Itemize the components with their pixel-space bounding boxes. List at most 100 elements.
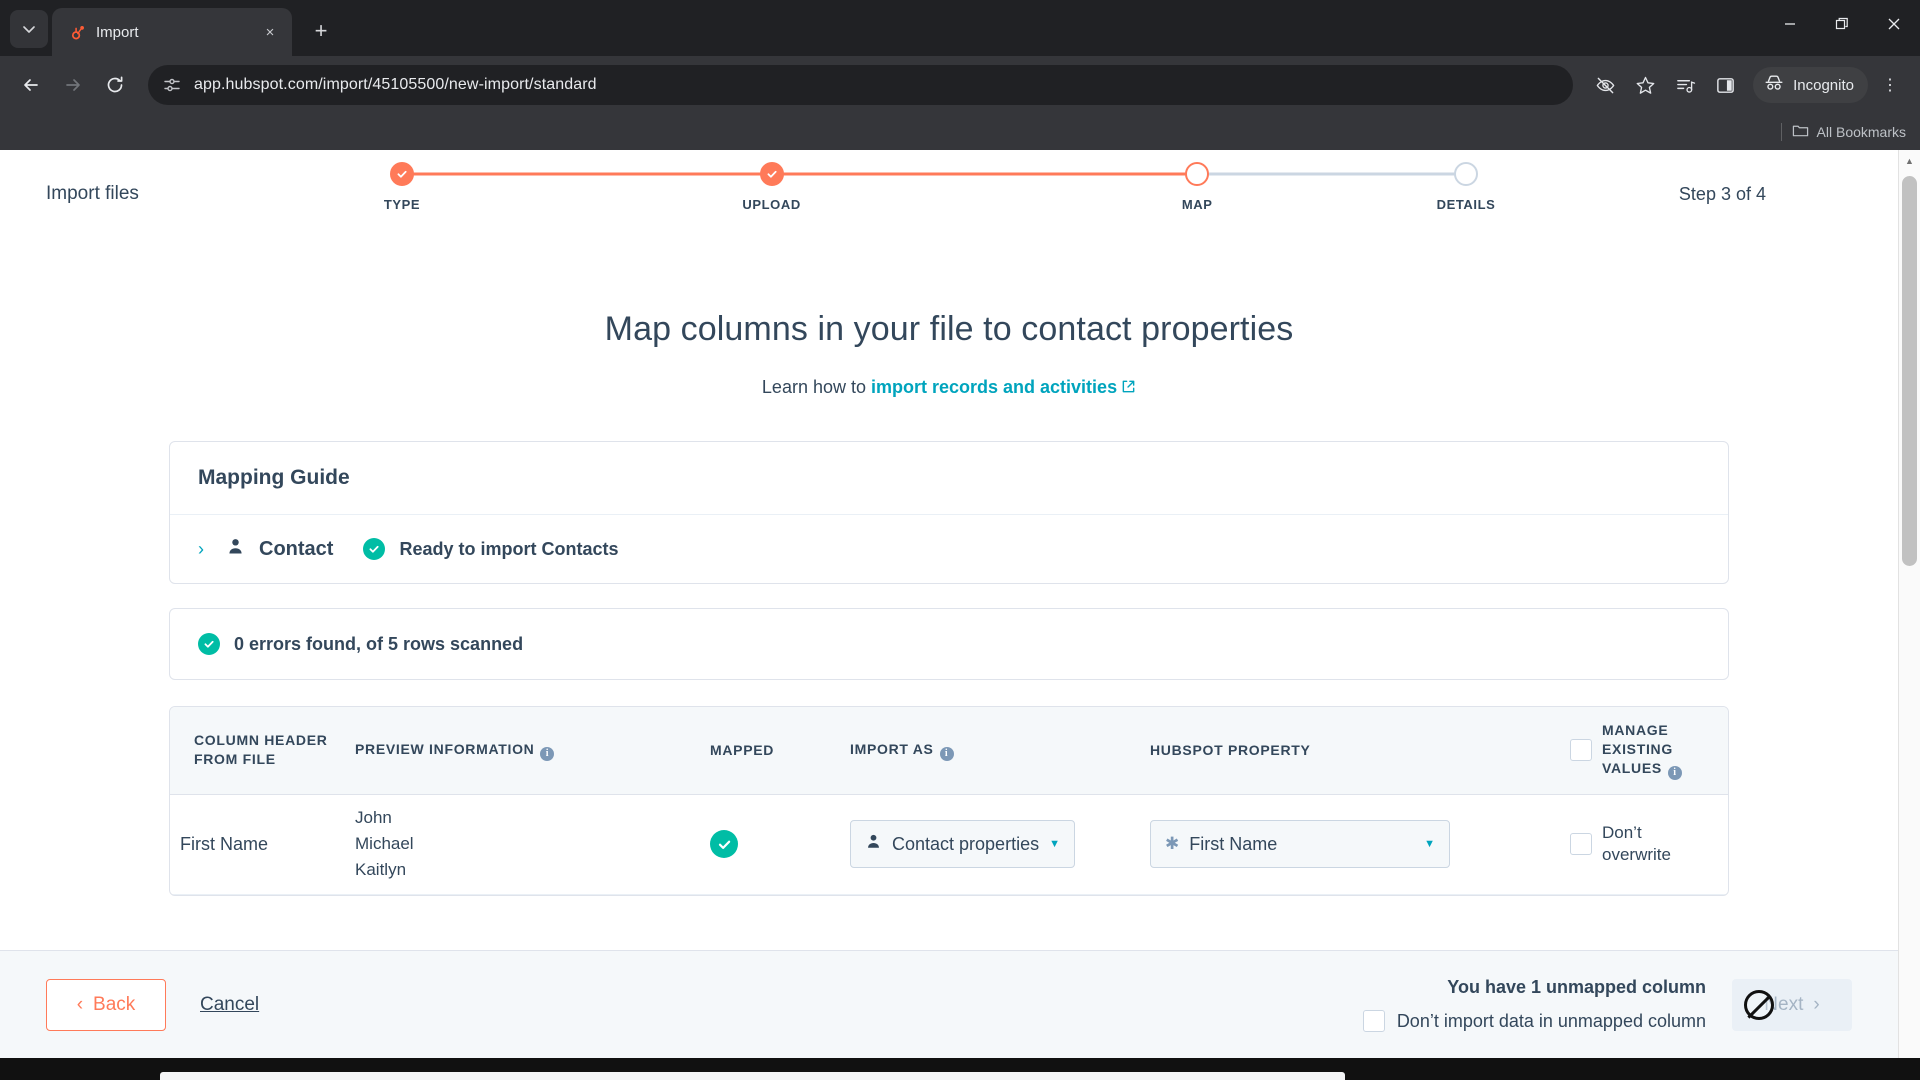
- subtitle-prefix: Learn how to: [761, 377, 871, 397]
- th-label: PREVIEW INFORMATION: [355, 740, 535, 757]
- bookmarks-bar: All Bookmarks: [0, 114, 1920, 150]
- forward-icon[interactable]: [54, 66, 92, 104]
- mapping-object-name: Contact: [259, 537, 334, 560]
- scrollbar-thumb[interactable]: [1902, 176, 1917, 566]
- wizard-footer: ‹ Back Cancel You have 1 unmapped column…: [0, 950, 1898, 1058]
- side-panel-icon[interactable]: [1707, 67, 1743, 103]
- status-check-icon: [363, 538, 386, 560]
- close-icon[interactable]: ×: [258, 20, 282, 44]
- address-bar[interactable]: app.hubspot.com/import/45105500/new-impo…: [148, 65, 1574, 105]
- incognito-hat-icon: [1763, 72, 1785, 98]
- folder-icon: [1792, 122, 1809, 142]
- new-tab-button[interactable]: +: [304, 14, 338, 48]
- th-label-text: MANAGE EXISTING VALUES: [1602, 722, 1673, 776]
- back-button[interactable]: ‹ Back: [46, 978, 166, 1031]
- step-label: DETAILS: [1436, 197, 1496, 212]
- browser-window: Import × + app.hubspot.com/import/451055…: [0, 0, 1920, 1080]
- dont-overwrite-label: Don’t overwrite: [1602, 822, 1671, 865]
- media-list-icon[interactable]: [1667, 67, 1703, 103]
- chevron-right-icon[interactable]: ›: [198, 539, 204, 560]
- back-button-label: Back: [93, 993, 136, 1015]
- cell-mapped: [700, 820, 840, 868]
- table-header-row: COLUMN HEADER FROM FILE PREVIEW INFORMAT…: [170, 707, 1728, 795]
- contact-icon: [865, 833, 882, 855]
- tab-strip: Import × +: [0, 0, 1920, 56]
- th-preview-information: PREVIEW INFORMATION i: [345, 726, 700, 775]
- chevron-down-icon: ▼: [1424, 838, 1435, 851]
- mapping-object-status: Ready to import Contacts: [399, 538, 619, 559]
- preview-line: John: [355, 807, 392, 827]
- dont-overwrite-checkbox[interactable]: [1570, 833, 1592, 856]
- back-icon[interactable]: [12, 66, 50, 104]
- window-controls: [1764, 0, 1920, 48]
- window-close-icon[interactable]: [1868, 0, 1920, 48]
- dont-import-unmapped-checkbox[interactable]: [1362, 1010, 1385, 1032]
- stepper-title: Import files: [46, 183, 139, 204]
- hubspot-property-dropdown[interactable]: ✱ First Name ▼: [1150, 820, 1450, 869]
- stepper-connectors: [402, 172, 1466, 176]
- all-bookmarks-button[interactable]: All Bookmarks: [1792, 122, 1906, 142]
- info-icon[interactable]: i: [540, 746, 555, 761]
- browser-toolbar: app.hubspot.com/import/45105500/new-impo…: [0, 56, 1920, 114]
- step-dot-current: [1185, 162, 1210, 186]
- step-dot-done: [390, 162, 414, 186]
- info-icon[interactable]: i: [939, 746, 954, 761]
- manage-existing-values-checkbox[interactable]: [1570, 739, 1592, 762]
- profile-label: Incognito: [1793, 76, 1854, 94]
- table-row: First Name John Michael Kaitlyn Contact …: [170, 795, 1728, 895]
- mapping-guide-contact-row[interactable]: › Contact Ready to import Contacts: [170, 515, 1728, 583]
- status-check-icon: [198, 633, 220, 655]
- contact-icon: [226, 537, 245, 561]
- th-label: MAPPED: [710, 741, 775, 758]
- page-subtitle: Learn how to import records and activiti…: [0, 377, 1898, 399]
- eye-slash-icon[interactable]: [1587, 67, 1623, 103]
- th-label: MANAGE EXISTING VALUES i: [1602, 721, 1712, 780]
- maximize-restore-icon[interactable]: [1816, 0, 1868, 48]
- browser-menu-icon[interactable]: ⋮: [1872, 67, 1908, 103]
- next-button[interactable]: Next ›: [1732, 978, 1852, 1031]
- learn-more-link[interactable]: import records and activities: [871, 377, 1117, 397]
- chevron-left-icon: ‹: [76, 993, 84, 1015]
- mapped-check-icon: [710, 830, 738, 859]
- import-content: Mapping Guide › Contact Ready to import …: [169, 399, 1729, 896]
- all-bookmarks-label: All Bookmarks: [1816, 124, 1906, 140]
- minimize-icon[interactable]: [1764, 0, 1816, 48]
- cancel-link[interactable]: Cancel: [200, 994, 259, 1016]
- unmapped-checkbox-control[interactable]: Don’t import data in unmapped column: [1362, 1010, 1706, 1032]
- import-as-dropdown[interactable]: Contact properties ▼: [850, 820, 1075, 869]
- unmapped-checkbox-label: Don’t import data in unmapped column: [1396, 1010, 1706, 1031]
- cell-dont-overwrite: Don’t overwrite: [1560, 812, 1728, 876]
- star-icon[interactable]: [1627, 67, 1663, 103]
- step-label: UPLOAD: [742, 197, 801, 212]
- external-link-icon[interactable]: [1121, 378, 1136, 399]
- profile-incognito-button[interactable]: Incognito: [1753, 67, 1868, 103]
- dont-overwrite-control[interactable]: Don’t overwrite: [1570, 822, 1692, 866]
- th-label: IMPORT AS: [850, 740, 934, 757]
- step-label: TYPE: [383, 197, 421, 212]
- cell-hubspot-property: ✱ First Name ▼: [1140, 810, 1560, 878]
- tab-title: Import: [96, 23, 139, 41]
- url-text: app.hubspot.com/import/45105500/new-impo…: [194, 76, 597, 93]
- th-mapped: MAPPED: [700, 727, 840, 774]
- th-hubspot-property: HUBSPOT PROPERTY: [1140, 727, 1560, 774]
- th-import-as: IMPORT AS i: [840, 726, 1140, 775]
- import-as-value: Contact properties: [892, 833, 1040, 854]
- tab-search-chevron-icon[interactable]: [10, 10, 48, 48]
- browser-tab[interactable]: Import ×: [52, 8, 292, 56]
- info-icon[interactable]: i: [1667, 765, 1682, 780]
- unmapped-warning: You have 1 unmapped column Don’t import …: [1362, 977, 1706, 1032]
- scroll-up-arrow-icon[interactable]: ▲: [1899, 150, 1920, 172]
- th-column-header-from-file: COLUMN HEADER FROM FILE: [170, 717, 345, 783]
- bookmark-separator: [1780, 123, 1782, 141]
- reload-icon[interactable]: [96, 66, 134, 104]
- page-settings-icon[interactable]: [162, 75, 182, 95]
- mapping-guide-card: Mapping Guide › Contact Ready to import …: [169, 441, 1729, 584]
- hubspot-sprocket-icon: [68, 23, 86, 41]
- page-scrollbar[interactable]: ▲ ▼: [1898, 150, 1920, 1080]
- unmapped-title: You have 1 unmapped column: [1447, 977, 1706, 997]
- mapping-guide-heading: Mapping Guide: [170, 442, 1728, 515]
- errors-banner: 0 errors found, of 5 rows scanned: [169, 608, 1729, 680]
- page-viewport: Import files TYPE UPLOAD MAP DETAILS Ste…: [0, 150, 1920, 1080]
- stepper-steps: TYPE UPLOAD MAP DETAILS: [346, 162, 1495, 226]
- hubspot-import-page: Import files TYPE UPLOAD MAP DETAILS Ste…: [0, 150, 1898, 1080]
